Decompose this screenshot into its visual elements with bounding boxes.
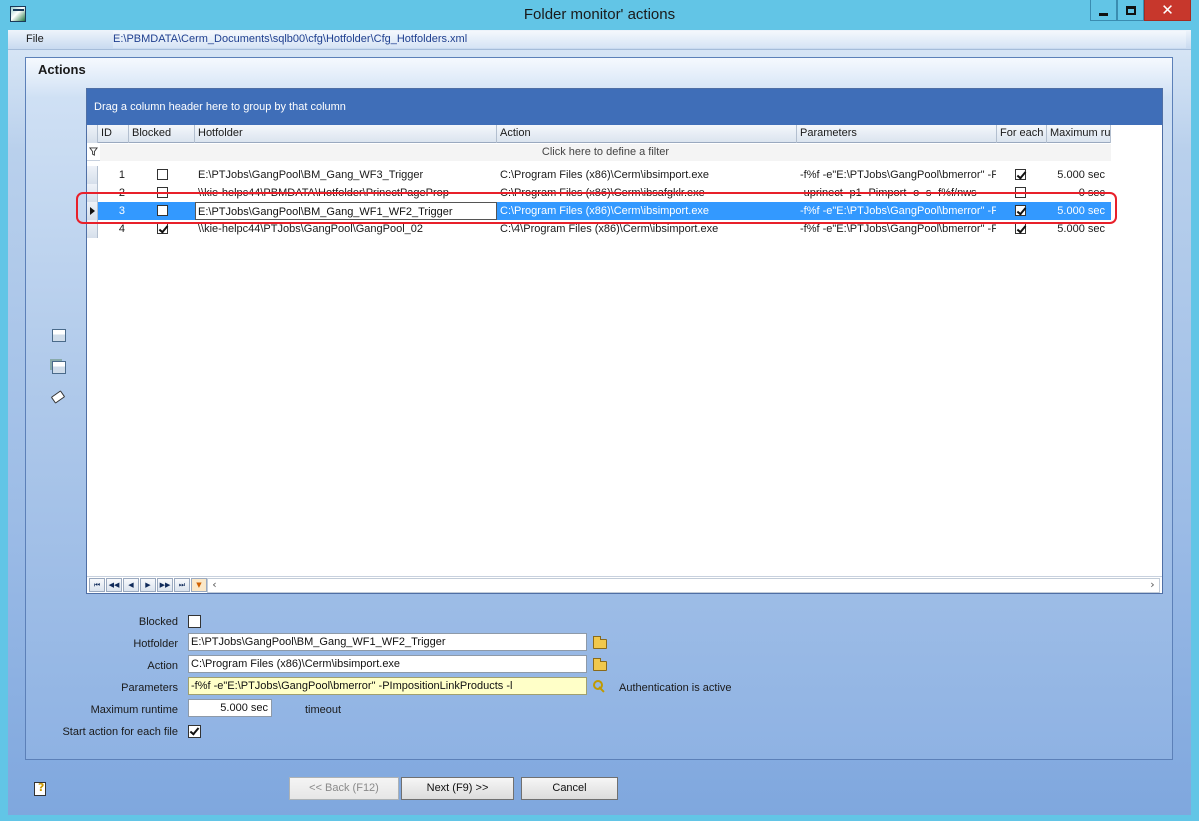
- cell-parameters: -f%f -e"E:\PTJobs\GangPool\bmerror" -PIm…: [800, 169, 996, 181]
- cell-hotfolder: E:\PTJobs\GangPool\BM_Gang_WF3_Trigger: [198, 169, 424, 181]
- hotfolder-input[interactable]: E:\PTJobs\GangPool\BM_Gang_WF1_WF2_Trigg…: [188, 633, 587, 651]
- maximize-button[interactable]: [1117, 0, 1144, 21]
- first-record-icon[interactable]: ⏮: [89, 578, 105, 592]
- filter-hint: Click here to define a filter: [100, 144, 1111, 161]
- hotfolder-label: Hotfolder: [133, 638, 178, 650]
- table-row[interactable]: 1 E:\PTJobs\GangPool\BM_Gang_WF3_Trigger…: [87, 166, 1111, 184]
- filter-icon: [89, 147, 98, 156]
- scroll-left-icon[interactable]: ‹: [208, 579, 221, 592]
- for-each-checkbox[interactable]: [1015, 223, 1026, 234]
- action-label: Action: [147, 660, 178, 672]
- copy-record-icon[interactable]: [52, 361, 66, 374]
- key-icon[interactable]: [593, 680, 605, 692]
- column-header-blocked[interactable]: Blocked: [129, 125, 195, 143]
- group-by-bar[interactable]: Drag a column header here to group by th…: [87, 89, 1162, 125]
- timeout-label: timeout: [305, 704, 342, 716]
- column-header-for-each[interactable]: For each: [997, 125, 1047, 143]
- for-each-checkbox[interactable]: [1015, 169, 1026, 180]
- blocked-label: Blocked: [138, 616, 178, 628]
- filter-dropdown-icon[interactable]: ▼: [191, 578, 207, 592]
- file-label: File: [26, 33, 44, 45]
- next-page-icon[interactable]: ▶▶: [157, 578, 173, 592]
- cancel-button[interactable]: Cancel: [521, 777, 618, 800]
- file-path[interactable]: E:\PBMDATA\Cerm_Documents\sqlb00\cfg\Hot…: [113, 31, 1186, 48]
- file-bar: File E:\PBMDATA\Cerm_Documents\sqlb00\cf…: [8, 30, 1191, 50]
- cell-action: C:\Program Files (x86)\Cerm\ibsimport.ex…: [500, 169, 710, 181]
- column-chooser-icon[interactable]: [87, 125, 98, 143]
- close-button[interactable]: ✕: [1144, 0, 1191, 21]
- highlight-annotation: [76, 192, 1117, 224]
- prev-page-icon[interactable]: ◀◀: [106, 578, 122, 592]
- cell-max-runtime: 5.000 sec: [1057, 169, 1105, 181]
- parameters-label: Parameters: [121, 682, 178, 694]
- blocked-checkbox[interactable]: [157, 169, 168, 180]
- max-runtime-label: Maximum runtime: [90, 704, 178, 716]
- blocked-checkbox[interactable]: [157, 223, 168, 234]
- client-area: File E:\PBMDATA\Cerm_Documents\sqlb00\cf…: [8, 30, 1191, 815]
- filter-row[interactable]: Click here to define a filter: [87, 144, 1111, 161]
- actions-grid: Drag a column header here to group by th…: [86, 88, 1163, 594]
- next-record-icon[interactable]: ▶: [140, 578, 156, 592]
- record-navigator: ⏮ ◀◀ ◀ ▶ ▶▶ ⏭ ▼ ‹ ›: [87, 576, 1162, 593]
- minimize-icon: [1099, 12, 1108, 16]
- column-header-parameters[interactable]: Parameters: [797, 125, 997, 143]
- start-each-checkbox[interactable]: [188, 725, 201, 738]
- panel-title: Actions: [38, 62, 86, 77]
- column-header-id[interactable]: ID: [98, 125, 129, 143]
- title-bar: Folder monitor' actions ✕: [0, 0, 1199, 30]
- window-title: Folder monitor' actions: [523, 6, 676, 23]
- new-record-icon[interactable]: [52, 329, 66, 342]
- next-button[interactable]: Next (F9) >>: [401, 777, 514, 800]
- horizontal-scrollbar[interactable]: ‹ ›: [207, 578, 1160, 593]
- last-record-icon[interactable]: ⏭: [174, 578, 190, 592]
- actions-panel: Actions Drag a column header here to gro…: [25, 57, 1173, 760]
- prev-record-icon[interactable]: ◀: [123, 578, 139, 592]
- column-header-max-runtime[interactable]: Maximum runtime: [1047, 125, 1111, 143]
- minimize-button[interactable]: [1090, 0, 1117, 21]
- max-runtime-input[interactable]: 5.000 sec: [188, 699, 272, 717]
- eraser-icon[interactable]: [50, 390, 66, 404]
- column-header-row: ID Blocked Hotfolder Action Parameters F…: [87, 125, 1111, 143]
- browse-folder-icon[interactable]: [593, 636, 607, 649]
- maximize-icon: [1125, 5, 1136, 15]
- close-icon: ✕: [1161, 1, 1174, 19]
- start-each-label: Start action for each file: [62, 726, 178, 738]
- row-indicator: [87, 166, 98, 184]
- authentication-status: Authentication is active: [619, 682, 732, 694]
- column-header-hotfolder[interactable]: Hotfolder: [195, 125, 497, 143]
- parameters-input[interactable]: -f%f -e"E:\PTJobs\GangPool\bmerror" -PIm…: [188, 677, 587, 695]
- blocked-form-checkbox[interactable]: [188, 615, 201, 628]
- column-header-action[interactable]: Action: [497, 125, 797, 143]
- action-input[interactable]: C:\Program Files (x86)\Cerm\ibsimport.ex…: [188, 655, 587, 673]
- browse-file-icon[interactable]: [593, 658, 607, 671]
- cell-id: 1: [118, 169, 125, 181]
- scroll-right-icon[interactable]: ›: [1146, 579, 1159, 592]
- back-button[interactable]: << Back (F12): [289, 777, 399, 800]
- help-icon[interactable]: [34, 781, 46, 796]
